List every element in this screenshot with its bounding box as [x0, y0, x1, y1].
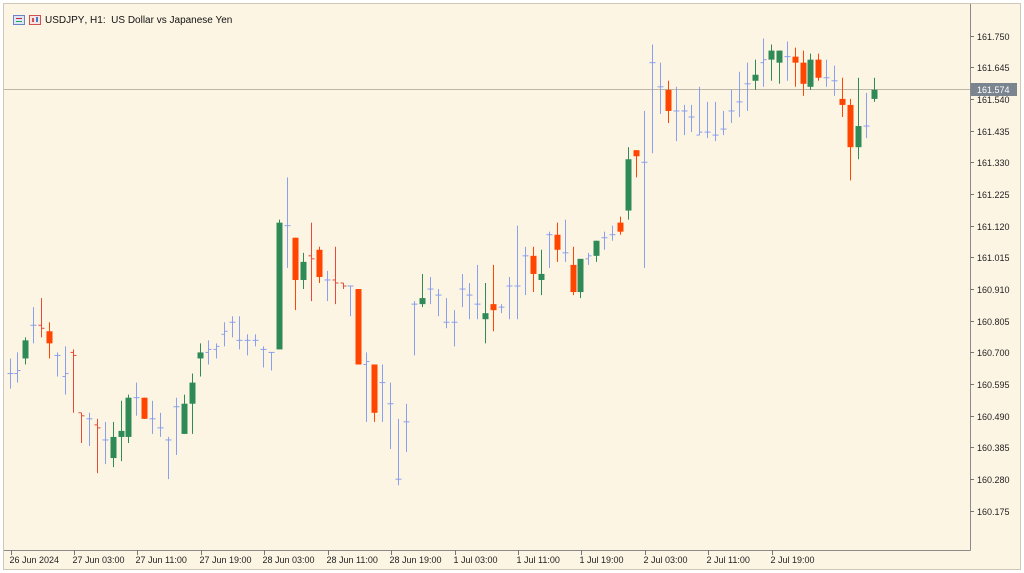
- chart-description: US Dollar vs Japanese Yen: [111, 14, 233, 26]
- chart-canvas[interactable]: 161.750 161.645 161.540 161.435 161.330 161.2…: [4, 4, 1020, 569]
- candle-body: [570, 264, 577, 293]
- time-label: 27 Jun 19:00: [200, 555, 252, 565]
- candle-body: [276, 222, 283, 350]
- price-label: 161.225: [977, 190, 1010, 200]
- candle-body: [554, 234, 561, 250]
- price-label: 161.540: [977, 95, 1010, 105]
- candle-body: [355, 289, 362, 365]
- price-label: 160.490: [977, 412, 1010, 422]
- price-label: 161.330: [977, 158, 1010, 168]
- price-label: 161.435: [977, 127, 1010, 137]
- time-label: 28 Jun 03:00: [263, 555, 315, 565]
- candle-body: [807, 59, 814, 87]
- candle-body: [577, 258, 584, 293]
- time-label: 1 Jul 03:00: [454, 555, 498, 565]
- chart-symbol: USDJPY: [45, 14, 85, 26]
- chart-window-icon[interactable]: [13, 15, 25, 25]
- time-label: 2 Jul 11:00: [707, 555, 750, 565]
- candle-body: [419, 298, 426, 305]
- candle-body: [316, 249, 323, 277]
- price-label: 160.595: [977, 380, 1010, 390]
- candle-body: [490, 304, 497, 311]
- time-label: 28 Jun 19:00: [390, 555, 442, 565]
- candle-body: [800, 62, 807, 84]
- candle-body: [792, 56, 799, 63]
- candle-body: [855, 126, 862, 148]
- price-label: 161.750: [977, 32, 1010, 42]
- candle-body: [847, 104, 854, 148]
- candle-body: [530, 255, 537, 274]
- time-label: 1 Jul 19:00: [580, 555, 624, 565]
- candle-body: [292, 237, 299, 280]
- current-price-label: 161.574: [977, 85, 1010, 95]
- time-label: 26 Jun 2024: [10, 555, 60, 565]
- candle-body: [633, 150, 640, 157]
- candle-body: [815, 59, 822, 78]
- candle-body: [839, 98, 846, 105]
- candle-body: [125, 397, 132, 437]
- candle-body: [625, 159, 632, 211]
- price-label: 160.805: [977, 317, 1010, 327]
- time-label: 1 Jul 11:00: [517, 555, 560, 565]
- candle-body: [300, 261, 307, 280]
- candle-body: [189, 382, 196, 404]
- chart-header: USDJPY, H1: US Dollar vs Japanese Yen: [13, 12, 232, 28]
- time-label: 2 Jul 19:00: [771, 555, 815, 565]
- candle-body: [768, 50, 775, 60]
- price-label: 160.280: [977, 475, 1010, 485]
- candle-body: [665, 89, 672, 111]
- candle-body: [181, 403, 188, 434]
- candle-body: [593, 240, 600, 256]
- time-label: 27 Jun 11:00: [136, 555, 187, 565]
- time-label: 28 Jun 11:00: [327, 555, 378, 565]
- candle-body: [482, 313, 489, 320]
- trade-panel-icon[interactable]: [29, 15, 41, 25]
- price-label: 161.645: [977, 63, 1010, 73]
- candle-body: [776, 50, 783, 63]
- price-label: 160.910: [977, 285, 1010, 295]
- chart-timeframe: H1: [90, 14, 103, 26]
- candle-body: [110, 436, 117, 459]
- candle-body: [871, 89, 878, 99]
- candle-body: [538, 273, 545, 280]
- price-label: 161.120: [977, 222, 1010, 232]
- price-label: 160.700: [977, 348, 1010, 358]
- candle-body: [22, 340, 29, 359]
- candle-body: [371, 364, 378, 413]
- candle-body: [197, 352, 204, 359]
- price-label: 160.175: [977, 507, 1010, 517]
- price-label: 161.015: [977, 253, 1010, 263]
- price-label: 160.385: [977, 443, 1010, 453]
- candle-body: [46, 331, 53, 344]
- candle-body: [118, 430, 125, 437]
- candle-body: [752, 74, 759, 81]
- time-label: 2 Jul 03:00: [644, 555, 688, 565]
- candle-body: [617, 222, 624, 232]
- time-label: 27 Jun 03:00: [73, 555, 125, 565]
- candle-body: [141, 397, 148, 419]
- chart-window: 161.750 161.645 161.540 161.435 161.330 161.2…: [3, 3, 1021, 570]
